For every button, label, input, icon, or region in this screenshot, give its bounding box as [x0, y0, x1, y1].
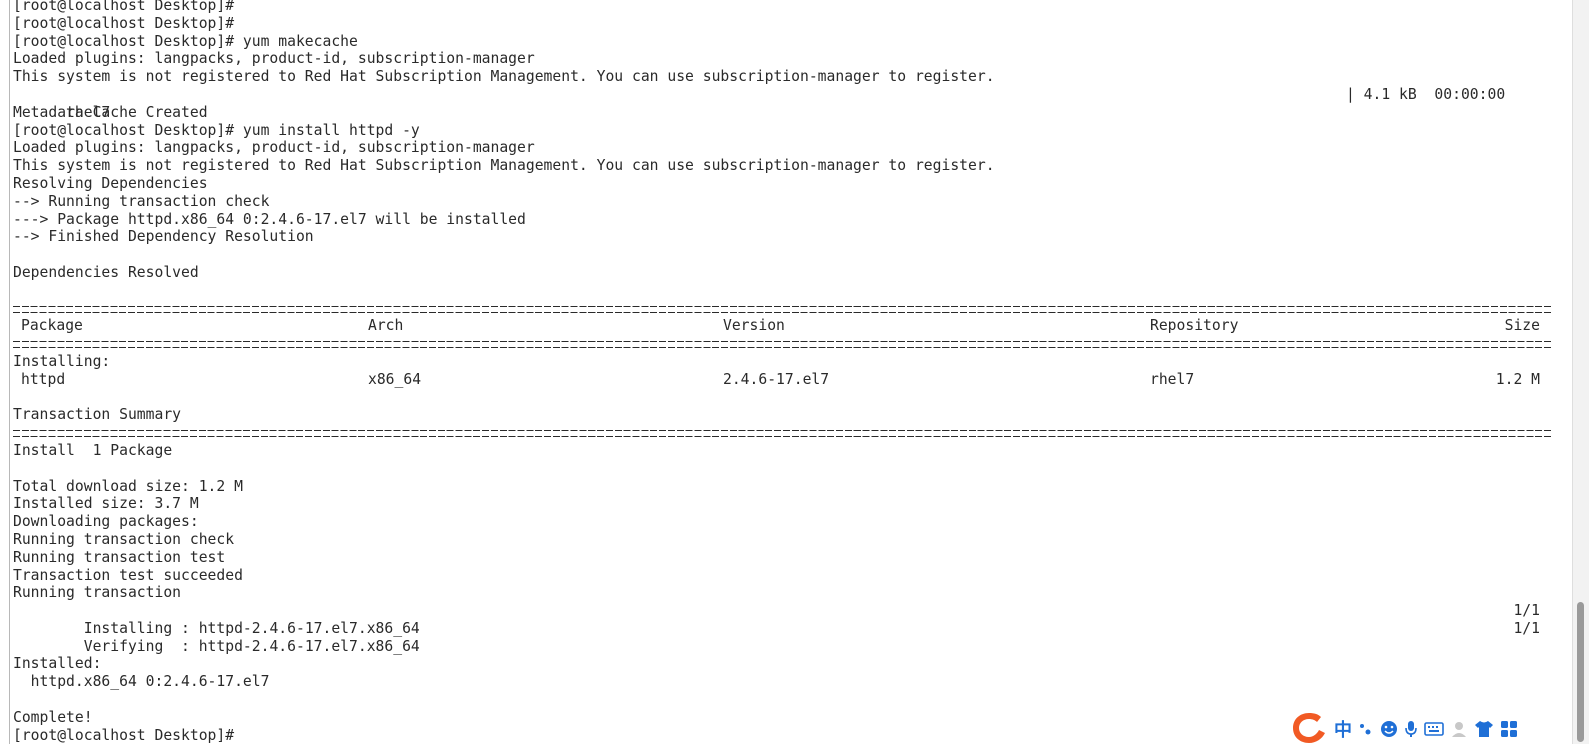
keyboard-icon[interactable] [1424, 714, 1444, 744]
download-progress: | 4.1 kB 00:00:00 [1346, 85, 1506, 103]
terminal-line: httpd.x86_64 0:2.4.6-17.el7 [13, 673, 270, 691]
verifying-progress: 1/1 [1513, 619, 1540, 637]
cell-repository: rhel7 [1150, 370, 1195, 388]
sogou-logo-icon[interactable] [1290, 710, 1328, 744]
punctuation-icon[interactable] [1358, 714, 1374, 744]
terminal-line: Total download size: 1.2 M [13, 477, 243, 495]
terminal-line-rhel7: rhel7 | 4.1 kB 00:00:00 [13, 85, 1553, 121]
terminal-line: Installed size: 3.7 M [13, 495, 199, 513]
terminal-line-verifying: Verifying : httpd-2.4.6-17.el7.x86_64 1/… [13, 619, 1553, 655]
terminal-line: Downloading packages: [13, 513, 199, 531]
header-package: Package [21, 317, 83, 335]
terminal-output: [root@localhost Desktop]# [root@localhos… [13, 0, 1553, 744]
terminal-line: Running transaction test [13, 548, 226, 566]
user-icon[interactable] [1450, 714, 1468, 744]
cell-version: 2.4.6-17.el7 [723, 370, 830, 388]
grid-menu-icon[interactable] [1500, 714, 1518, 744]
ime-toolbar[interactable]: 中 [1288, 706, 1589, 744]
cell-size: 1.2 M [1495, 370, 1540, 388]
cell-arch: x86_64 [368, 370, 422, 388]
table-header-row: Package Arch Version Repository Size [13, 317, 1553, 335]
terminal-line: Installing: [13, 352, 111, 370]
chinese-mode-indicator[interactable]: 中 [1334, 714, 1352, 744]
terminal-line-installing: Installing : httpd-2.4.6-17.el7.x86_64 1… [13, 602, 1553, 637]
terminal-line: Dependencies Resolved [13, 263, 199, 281]
installing-progress: 1/1 [1513, 602, 1540, 620]
terminal-line: --> Running transaction check [13, 192, 270, 210]
separator-line [13, 335, 1553, 353]
terminal-line: Running transaction check [13, 530, 235, 548]
terminal-line: This system is not registered to Red Hat… [13, 68, 995, 86]
separator-line [13, 424, 1553, 442]
cell-package: httpd [21, 370, 66, 388]
vertical-scrollbar[interactable] [1572, 0, 1589, 744]
skin-icon[interactable] [1474, 714, 1494, 744]
header-repository: Repository [1150, 317, 1239, 335]
terminal-line: This system is not registered to Red Hat… [13, 157, 995, 175]
terminal-window[interactable]: [root@localhost Desktop]# [root@localhos… [0, 0, 1589, 744]
terminal-line: Running transaction [13, 584, 182, 602]
terminal-line: Loaded plugins: langpacks, product-id, s… [13, 139, 535, 157]
separator-line [13, 300, 1553, 318]
header-arch: Arch [368, 317, 404, 335]
terminal-line: Loaded plugins: langpacks, product-id, s… [13, 50, 535, 68]
terminal-line: --> Finished Dependency Resolution [13, 228, 314, 246]
emoji-icon[interactable] [1380, 714, 1398, 744]
terminal-line: Resolving Dependencies [13, 174, 208, 192]
terminal-line: [root@localhost Desktop]# yum makecache [13, 32, 358, 50]
terminal-line: Transaction test succeeded [13, 566, 243, 584]
terminal-left-border [9, 0, 10, 744]
terminal-line: Install 1 Package [13, 441, 173, 459]
microphone-icon[interactable] [1404, 714, 1418, 744]
header-size: Size [1504, 317, 1540, 335]
terminal-line: Installed: [13, 655, 102, 673]
terminal-line: [root@localhost Desktop]# [13, 0, 235, 14]
header-version: Version [723, 317, 785, 335]
terminal-line: ---> Package httpd.x86_64 0:2.4.6-17.el7… [13, 210, 526, 228]
terminal-line: Transaction Summary [13, 406, 182, 424]
terminal-line: [root@localhost Desktop]# [13, 14, 235, 32]
terminal-line: Metadata Cache Created [13, 103, 208, 121]
terminal-line: [root@localhost Desktop]# yum install ht… [13, 121, 420, 139]
table-row: httpd x86_64 2.4.6-17.el7 rhel7 1.2 M [13, 371, 1553, 389]
